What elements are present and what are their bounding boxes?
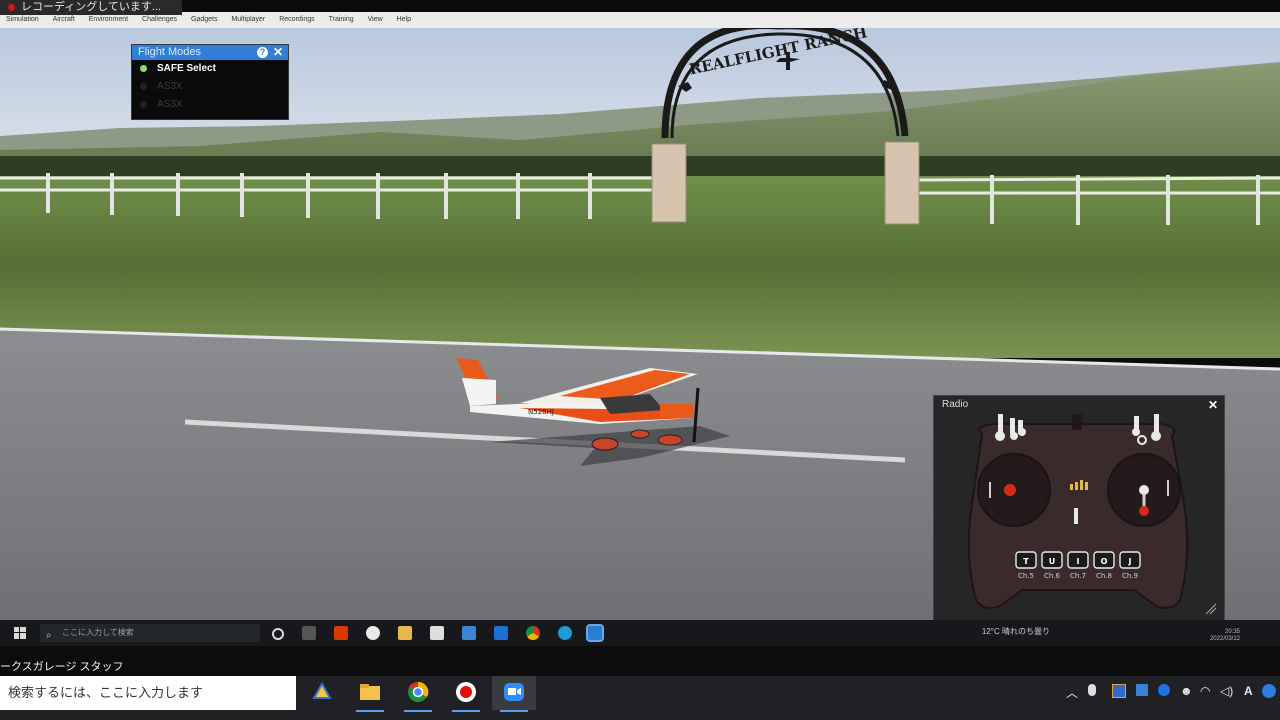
channel-button-ch8: O Ch.8 [1093, 551, 1115, 580]
outer-search-box[interactable]: 検索するには、ここに入力します [0, 676, 296, 710]
chevron-up-icon[interactable]: ︿ [1066, 684, 1078, 701]
menu-recordings[interactable]: Recordings [273, 12, 320, 23]
window-title-fragment: ークスガレージ スタッフ [0, 661, 124, 673]
photo-of-monitor: Simulation Aircraft Environment Challeng… [0, 0, 1280, 720]
channel-button-ch7: I Ch.7 [1067, 551, 1089, 580]
edge-icon[interactable] [558, 626, 572, 640]
zoom-button[interactable] [492, 676, 536, 712]
inner-search-box[interactable]: ⌕ ここに入力して検索 [40, 624, 260, 642]
flight-modes-titlebar[interactable]: Flight Modes ? ✕ [132, 45, 288, 60]
ime-icon[interactable]: A [1244, 684, 1253, 698]
flight-mode-safe-select[interactable]: SAFE Select [132, 60, 288, 78]
menu-multiplayer[interactable]: Multiplayer [225, 12, 271, 23]
photos-icon[interactable] [494, 626, 508, 640]
chrome-tray-icon[interactable] [1158, 684, 1170, 696]
sim-menu-bar: Simulation Aircraft Environment Challeng… [0, 12, 1280, 28]
radio-title: Radio [942, 399, 969, 410]
chrome-button[interactable] [396, 676, 440, 712]
inner-weather[interactable]: 12°C 晴れのち曇り [982, 626, 1050, 637]
monitor-bezel [0, 646, 1280, 676]
mode-indicator-icon [140, 64, 147, 72]
menu-training[interactable]: Training [323, 12, 360, 23]
store-icon[interactable] [430, 626, 444, 640]
channel-button-ch9: J Ch.9 [1119, 551, 1141, 580]
menu-view[interactable]: View [362, 12, 389, 23]
close-icon[interactable]: ✕ [1208, 396, 1218, 414]
wifi-icon[interactable]: ◠ [1200, 684, 1210, 698]
mixer-app-button[interactable] [300, 676, 344, 710]
svg-text:T: T [1023, 557, 1029, 566]
flight-modes-title: Flight Modes [138, 46, 201, 58]
airplane-registration: N528HJ [528, 408, 554, 416]
mail-icon[interactable] [462, 626, 476, 640]
svg-text:Ch.8: Ch.8 [1096, 572, 1112, 580]
svg-text:Ch.6: Ch.6 [1044, 572, 1061, 580]
windows-start-icon[interactable] [14, 627, 26, 639]
grass-field [0, 176, 1280, 358]
svg-text:Ch.7: Ch.7 [1070, 572, 1086, 580]
svg-text:Ch.5: Ch.5 [1018, 572, 1034, 580]
menu-help[interactable]: Help [391, 12, 417, 23]
file-explorer-button[interactable] [348, 676, 392, 712]
svg-text:U: U [1049, 557, 1056, 566]
flight-mode-as3x-2[interactable]: AS3X [132, 96, 288, 114]
chrome-icon[interactable] [526, 626, 540, 640]
gate-pillar-left [651, 143, 687, 223]
svg-text:J: J [1128, 557, 1132, 566]
realflight-app-icon[interactable] [586, 624, 604, 642]
right-stick [1139, 506, 1149, 516]
radio-panel: Radio ✕ T Ch.5 U Ch.6 I Ch.7 O Ch.8 J Ch… [933, 395, 1225, 620]
search-icon: ⌕ [46, 630, 52, 641]
folder-icon[interactable] [398, 626, 412, 640]
mode-indicator-icon [140, 82, 147, 90]
antenna [1072, 414, 1082, 430]
radio-titlebar[interactable]: Radio ✕ [934, 396, 1224, 414]
arch-sign: REALFLIGHT RANCH [0, 28, 182, 32]
airplane-cowling [660, 404, 694, 418]
treeline [0, 156, 1280, 178]
left-stick [1004, 484, 1016, 496]
svg-text:O: O [1101, 557, 1108, 566]
outer-taskbar: 検索するには、ここに入力します ︿ ☻ ◠ ◁) A [0, 676, 1280, 720]
speaker-icon[interactable]: ◁) [1220, 684, 1233, 698]
menu-gadgets[interactable]: Gadgets [185, 12, 223, 23]
recording-banner: レコーディングしています... [0, 0, 182, 15]
center-switch [1074, 508, 1078, 524]
channel-button-ch5: T Ch.5 [1015, 551, 1037, 580]
help-icon[interactable]: ? [257, 47, 268, 58]
download-icon[interactable] [1136, 684, 1148, 696]
gate-pillar-right [884, 141, 920, 225]
task-view-icon[interactable] [272, 628, 284, 640]
mode-indicator-icon [140, 100, 147, 108]
resize-grip-icon [1205, 603, 1217, 615]
bulb-icon[interactable] [366, 626, 380, 640]
flight-modes-panel: Flight Modes ? ✕ SAFE Select AS3X AS3X [131, 44, 289, 120]
record-dot-icon [8, 3, 15, 11]
office-icon[interactable] [334, 626, 348, 640]
monitor-screen: Simulation Aircraft Environment Challeng… [0, 0, 1280, 620]
svg-text:I: I [1077, 557, 1080, 566]
channel-button-ch6: U Ch.6 [1041, 551, 1063, 580]
close-icon[interactable]: ✕ [273, 45, 283, 60]
svg-text:Ch.9: Ch.9 [1122, 572, 1138, 580]
notification-icon[interactable] [1262, 684, 1276, 698]
app-tray-icon[interactable] [1112, 684, 1126, 698]
inner-taskbar: ⌕ ここに入力して検索 12°C 晴れのち曇り 20:35 2022/03/12 [0, 620, 1280, 646]
mic-icon[interactable] [1088, 684, 1096, 696]
inner-clock[interactable]: 20:35 2022/03/12 [1210, 629, 1240, 643]
widgets-icon[interactable] [302, 626, 316, 640]
record-button[interactable] [444, 676, 488, 712]
people-icon[interactable]: ☻ [1180, 684, 1193, 698]
flight-mode-as3x-1[interactable]: AS3X [132, 78, 288, 96]
